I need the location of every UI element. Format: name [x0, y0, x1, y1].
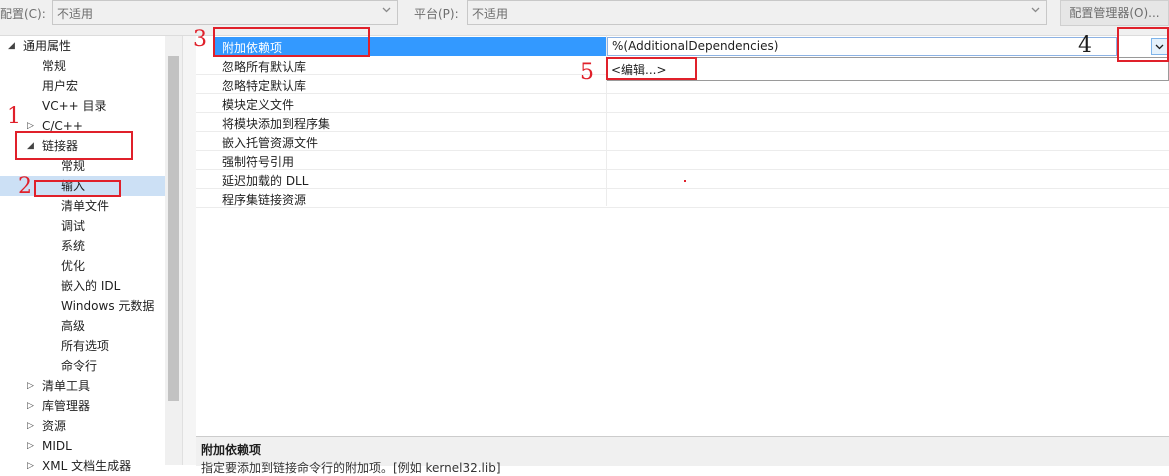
tree-item[interactable]: ▷ 库管理器: [0, 396, 165, 416]
annotation-number-4: 4: [1078, 33, 1092, 58]
tree-item-label: 所有选项: [61, 339, 110, 353]
description-text: 指定要添加到链接命令行的附加项。[例如 kernel32.lib]: [201, 461, 501, 475]
expand-arrow-icon[interactable]: ▷: [27, 436, 34, 456]
annotation-dot: [684, 180, 686, 182]
tree-item-label: 系统: [61, 239, 86, 253]
annotation-number-3: 3: [193, 27, 207, 52]
tree-item[interactable]: 优化: [0, 256, 165, 276]
config-manager-button[interactable]: 配置管理器(O)...: [1060, 0, 1169, 26]
expand-arrow-icon[interactable]: ▷: [27, 376, 34, 396]
tree-item[interactable]: 调试: [0, 216, 165, 236]
tree-item[interactable]: ▷ 资源: [0, 416, 165, 436]
tree-item-label: 库管理器: [42, 399, 91, 413]
tree-item-label: 清单文件: [61, 199, 110, 213]
tree-item-label: MIDL: [42, 439, 72, 453]
property-row[interactable]: 模块定义文件: [196, 94, 1169, 113]
tree-item[interactable]: ▷ XML 文档生成器: [0, 456, 165, 476]
tree-item[interactable]: 所有选项: [0, 336, 165, 356]
tree-item-label: Windows 元数据: [61, 299, 155, 313]
property-name: 模块定义文件: [222, 98, 295, 112]
tree-item[interactable]: 高级: [0, 316, 165, 336]
property-tree: ◢ 通用属性 常规 用户宏 VC++ 目录 ▷ C/C++ ◢ 链接器 常规 输入 清单文件 调试 系统优…: [0, 36, 165, 473]
tree-item-label: 资源: [42, 419, 67, 433]
property-name: 忽略所有默认库: [222, 60, 307, 74]
property-row[interactable]: 程序集链接资源: [196, 189, 1169, 208]
configuration-toolbar: 配置(C): 不适用 平台(P): 不适用 配置管理器(O)...: [0, 0, 1169, 36]
chevron-down-icon: [1031, 7, 1040, 13]
tree-item-label: VC++ 目录: [42, 99, 107, 113]
platform-label: 平台(P):: [414, 7, 459, 21]
property-name: 强制符号引用: [222, 155, 295, 169]
property-value-field[interactable]: %(AdditionalDependencies): [607, 37, 1117, 56]
description-pane: 附加依赖项 指定要添加到链接命令行的附加项。[例如 kernel32.lib]: [196, 436, 1169, 475]
tree-scrollbar[interactable]: [165, 36, 182, 465]
tree-item[interactable]: ▷ 清单工具: [0, 376, 165, 396]
expand-arrow-icon[interactable]: ▷: [27, 396, 34, 416]
property-row[interactable]: 将模块添加到程序集: [196, 113, 1169, 132]
expand-arrow-icon[interactable]: ▷: [27, 456, 34, 476]
property-value-text: %(AdditionalDependencies): [612, 39, 779, 53]
platform-value: 不适用: [472, 7, 509, 21]
tree-item[interactable]: ▷ MIDL: [0, 436, 165, 456]
tree-item[interactable]: 系统: [0, 236, 165, 256]
tree-item-label: 嵌入的 IDL: [61, 279, 121, 293]
property-name: 嵌入托管资源文件: [222, 136, 319, 150]
tree-item-label: 优化: [61, 259, 86, 273]
property-name: 延迟加载的 DLL: [222, 174, 309, 188]
config-combobox[interactable]: 不适用: [52, 0, 398, 25]
annotation-number-1: 1: [7, 104, 21, 129]
annotation-box-additional-deps: [213, 27, 370, 57]
property-grid: 忽略所有默认库 忽略特定默认库 模块定义文件将模块添加到程序集 嵌入托管资源文件 强制符…: [196, 36, 1169, 436]
tree-item[interactable]: 清单文件: [0, 196, 165, 216]
pane-splitter[interactable]: [182, 36, 197, 465]
tree-item-label: 清单工具: [42, 379, 91, 393]
tree-scrollbar-thumb[interactable]: [168, 56, 179, 401]
property-name: 将模块添加到程序集: [222, 117, 331, 131]
tree-item[interactable]: Windows 元数据: [0, 296, 165, 316]
tree-item[interactable]: 嵌入的 IDL: [0, 276, 165, 296]
annotation-box-dropdown: [1117, 27, 1169, 62]
chevron-down-icon: [382, 7, 391, 13]
config-label: 配置(C):: [0, 7, 46, 21]
config-value: 不适用: [57, 7, 94, 21]
tree-item-label: 用户宏: [42, 79, 79, 93]
tree-item-label: 调试: [61, 219, 86, 233]
property-row[interactable]: 强制符号引用: [196, 151, 1169, 170]
tree-item[interactable]: 用户宏: [0, 76, 165, 96]
annotation-number-5: 5: [580, 60, 594, 85]
tree-item-label: XML 文档生成器: [42, 459, 132, 473]
tree-item[interactable]: ◢ 通用属性: [0, 36, 165, 56]
tree-item-label: 命令行: [61, 359, 98, 373]
annotation-box-linker: [15, 131, 133, 160]
property-name: 忽略特定默认库: [222, 79, 307, 93]
tree-item[interactable]: 常规: [0, 56, 165, 76]
tree-item-label: 常规: [42, 59, 67, 73]
annotation-number-2: 2: [18, 174, 32, 199]
tree-item-label: 高级: [61, 319, 86, 333]
tree-item[interactable]: 命令行: [0, 356, 165, 376]
property-row[interactable]: 嵌入托管资源文件: [196, 132, 1169, 151]
expand-arrow-icon[interactable]: ▷: [27, 416, 34, 436]
collapse-arrow-icon[interactable]: ◢: [8, 36, 15, 56]
property-name: 程序集链接资源: [222, 193, 307, 207]
annotation-box-edit: [606, 57, 697, 80]
tree-item[interactable]: VC++ 目录: [0, 96, 165, 116]
annotation-box-input: [34, 180, 121, 197]
platform-combobox[interactable]: 不适用: [467, 0, 1047, 25]
description-title: 附加依赖项: [201, 443, 262, 457]
property-row[interactable]: 延迟加载的 DLL: [196, 170, 1169, 189]
tree-item-label: 通用属性: [23, 39, 72, 53]
